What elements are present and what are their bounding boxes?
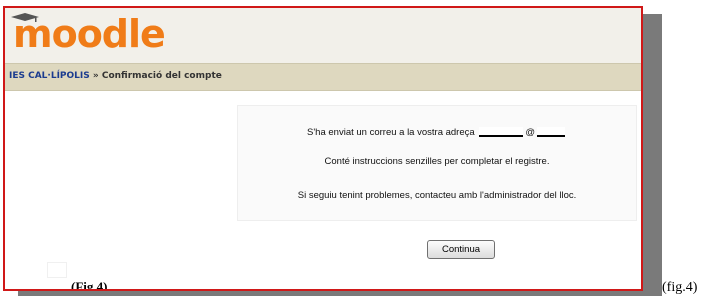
- confirmation-box: S'ha enviat un correu a la vostra adreça…: [237, 105, 637, 221]
- moodle-logo[interactable]: moodle: [13, 12, 166, 56]
- continue-button[interactable]: Continua: [427, 240, 495, 259]
- instructions-message: Conté instruccions senzilles per complet…: [324, 156, 550, 167]
- screenshot-frame: moodle IES CAL·LÍPOLIS » Confirmació del…: [3, 6, 643, 291]
- breadcrumb-home-link[interactable]: IES CAL·LÍPOLIS: [9, 71, 90, 81]
- redacted-email-domain: [536, 127, 565, 138]
- email-sent-message: S'ha enviat un correu a la vostra adreça…: [238, 127, 636, 138]
- email-sent-text: S'ha enviat un correu a la vostra adreça: [307, 127, 475, 138]
- blank-box: [47, 262, 67, 278]
- help-message: Si seguiu tenint problemes, contacteu am…: [297, 190, 577, 201]
- breadcrumb: IES CAL·LÍPOLIS » Confirmació del compte: [9, 71, 222, 81]
- breadcrumb-current: Confirmació del compte: [101, 71, 222, 81]
- figure-caption-inner: (Fig.4): [71, 279, 108, 291]
- email-at-sign: @: [525, 127, 535, 138]
- breadcrumb-separator: »: [92, 71, 99, 81]
- navigation-bar: IES CAL·LÍPOLIS » Confirmació del compte: [5, 63, 641, 91]
- figure-caption-outer: (fig.4): [662, 280, 698, 295]
- site-header: moodle: [5, 8, 641, 63]
- redacted-email-user: [479, 127, 524, 138]
